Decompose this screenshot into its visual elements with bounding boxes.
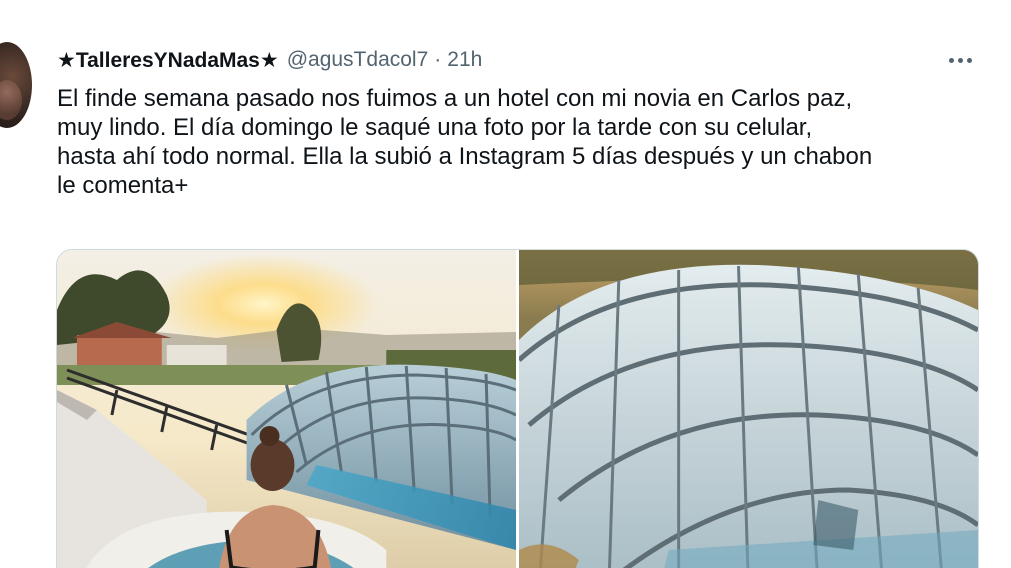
tweet-text: El finde semana pasado nos fuimos a un h… <box>57 85 873 199</box>
photo-sunset-pool <box>57 250 516 568</box>
more-horizontal-icon <box>966 57 972 63</box>
tweet-header: ★TalleresYNadaMas★ @agusTdacol7 · 21h <box>57 46 482 74</box>
tweet-card[interactable]: ★TalleresYNadaMas★ @agusTdacol7 · 21h El… <box>0 0 1011 568</box>
user-handle[interactable]: @agusTdacol7 <box>287 48 429 72</box>
display-name[interactable]: ★TalleresYNadaMas★ <box>57 48 279 73</box>
media-grid <box>56 249 979 568</box>
media-photo-1[interactable] <box>57 250 516 568</box>
more-horizontal-icon <box>948 57 954 63</box>
separator-dot: · <box>434 48 442 71</box>
more-horizontal-icon <box>957 57 963 63</box>
photo-pool-dome <box>519 250 978 568</box>
media-photo-2[interactable] <box>519 250 978 568</box>
avatar[interactable] <box>0 42 32 128</box>
more-options-button[interactable] <box>940 44 980 76</box>
avatar-image <box>0 80 22 120</box>
timestamp[interactable]: 21h <box>447 48 482 72</box>
